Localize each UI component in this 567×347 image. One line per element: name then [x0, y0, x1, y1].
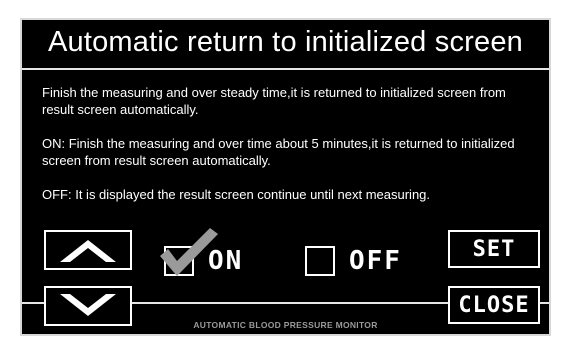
on-option[interactable]: ON [160, 228, 243, 276]
close-button[interactable]: CLOSE [448, 286, 540, 324]
off-checkbox[interactable] [305, 246, 335, 276]
chevron-up-icon [60, 240, 116, 262]
set-button-label: SET [472, 236, 516, 262]
device-name-footer: AUTOMATIC BLOOD PRESSURE MONITOR [193, 320, 378, 330]
bottom-divider-middle [132, 302, 448, 304]
chevron-down-icon [60, 294, 116, 316]
description-on: ON: Finish the measuring and over time a… [42, 136, 515, 168]
bottom-divider-right [540, 302, 549, 304]
on-checkbox[interactable] [160, 228, 218, 276]
description-off: OFF: It is displayed the result screen c… [42, 187, 431, 202]
close-button-label: CLOSE [458, 292, 530, 318]
dialog-title: Automatic return to initialized screen [47, 26, 524, 58]
scroll-up-button[interactable] [44, 230, 132, 270]
set-button[interactable]: SET [448, 230, 540, 268]
off-option[interactable]: OFF [305, 246, 402, 276]
bottom-divider-left [22, 302, 44, 304]
off-label[interactable]: OFF [349, 246, 402, 276]
settings-dialog: Automatic return to initialized screen F… [20, 18, 551, 336]
title-divider [22, 68, 549, 70]
description-general: Finish the measuring and over steady tim… [42, 85, 506, 117]
checkmark-icon [160, 228, 218, 276]
